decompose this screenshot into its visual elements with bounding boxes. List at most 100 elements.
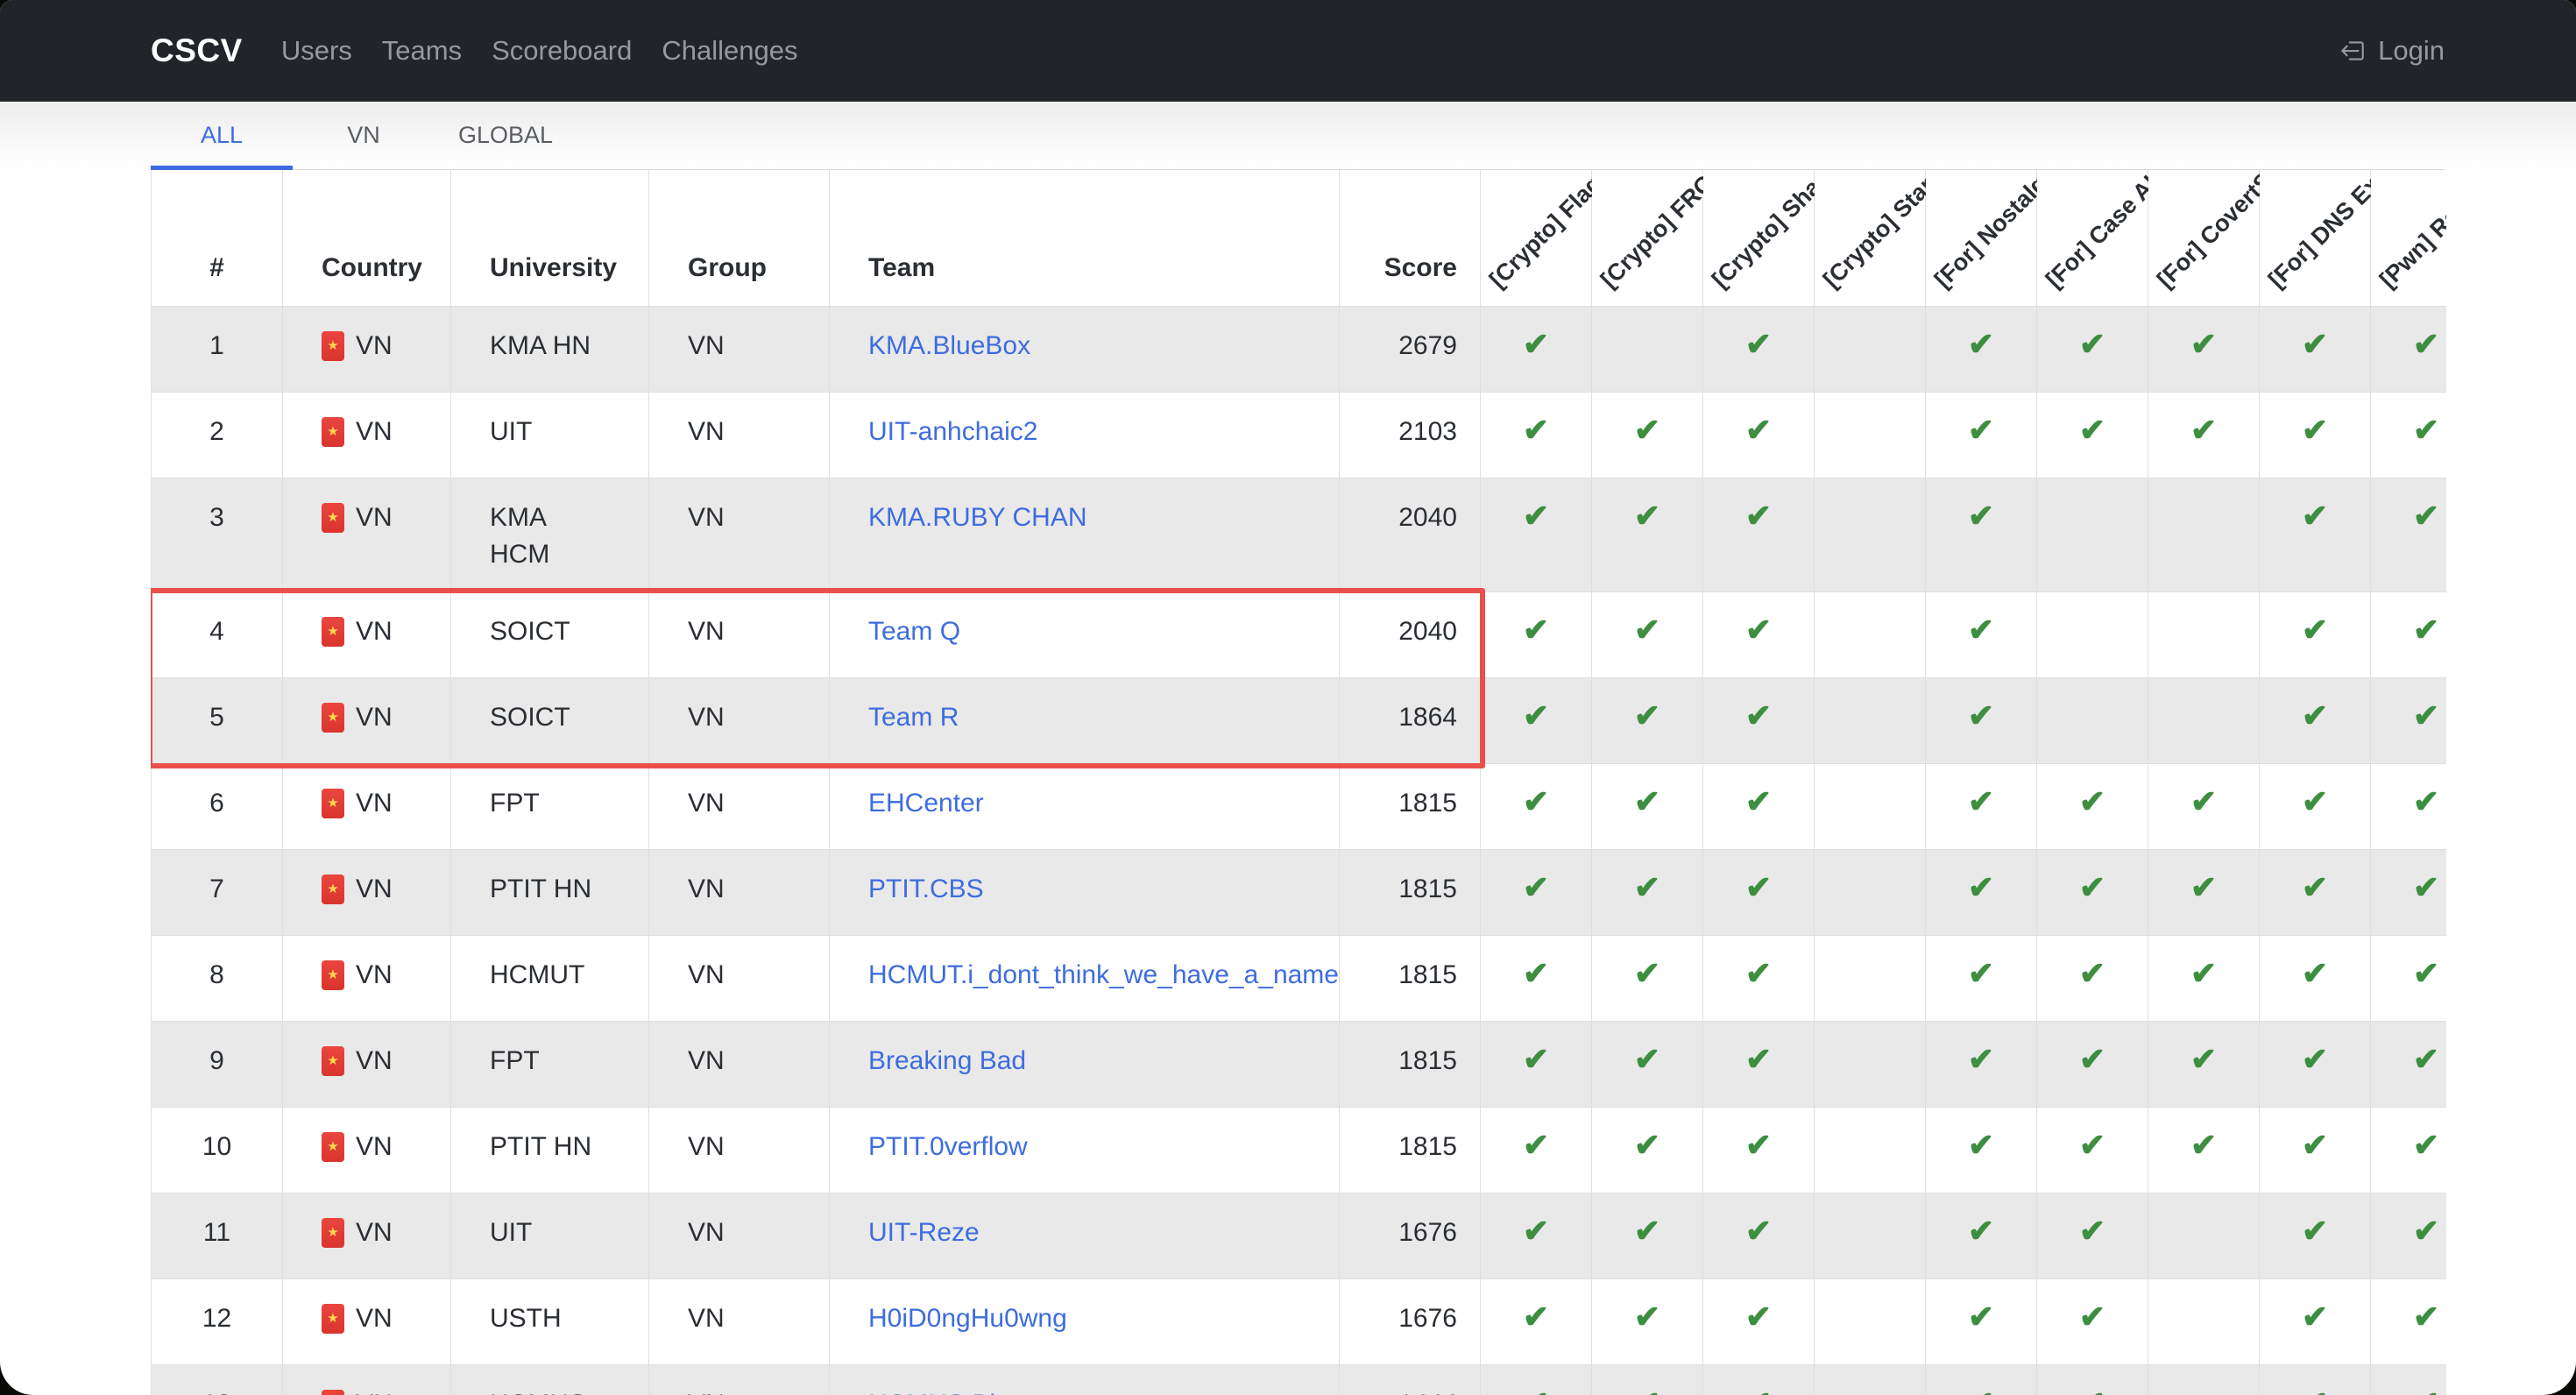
team-link[interactable]: UIT-anhchaic2 [868, 417, 1037, 446]
team-link[interactable]: UIT-Reze [868, 1218, 980, 1247]
solved-check-icon: ✔ [2190, 1041, 2217, 1077]
solve-cell: ✔ [1481, 478, 1592, 591]
rank-cell: 3 [152, 478, 283, 591]
solved-check-icon: ✔ [1968, 1041, 1994, 1077]
solve-cell: ✔ [2260, 1021, 2371, 1107]
team-link[interactable]: PTIT.CBS [868, 875, 984, 903]
team-link[interactable]: Team Q [868, 617, 960, 646]
table-row: 2★VNUITVNUIT-anhchaic22103✔✔✔✔✔✔✔✔ [152, 392, 2447, 478]
solve-cell [2148, 1193, 2260, 1278]
solved-check-icon: ✔ [2079, 1384, 2105, 1395]
tab-global[interactable]: GLOBAL [435, 102, 577, 170]
table-row: 7★VNPTIT HNVNPTIT.CBS1815✔✔✔✔✔✔✔✔ [152, 849, 2447, 935]
score-cell: 1676 [1340, 1278, 1481, 1364]
scoreboard-table: #CountryUniversityGroupTeamScore[Crypto]… [151, 170, 2446, 1395]
solved-check-icon: ✔ [2302, 612, 2328, 648]
team-link[interactable]: H0iD0ngHu0wng [868, 1304, 1067, 1333]
solve-cell: ✔ [2037, 1193, 2148, 1278]
table-row: 9★VNFPTVNBreaking Bad1815✔✔✔✔✔✔✔✔ [152, 1021, 2447, 1107]
solved-check-icon: ✔ [1523, 1127, 1549, 1163]
tab-vn[interactable]: VN [293, 102, 435, 170]
vietnam-flag-icon: ★ [322, 1390, 344, 1395]
solved-check-icon: ✔ [2190, 1127, 2217, 1163]
nav-item-scoreboard[interactable]: Scoreboard [492, 35, 632, 67]
solved-check-icon: ✔ [1523, 783, 1549, 819]
challenge-column-header: [For] CovertS [2148, 170, 2260, 306]
score-cell: 1815 [1340, 763, 1481, 849]
country-code: VN [356, 785, 393, 822]
tab-all[interactable]: ALL [151, 102, 293, 170]
country-code: VN [356, 871, 393, 908]
solve-cell: ✔ [2148, 763, 2260, 849]
login-button[interactable]: Login [2338, 35, 2445, 67]
team-link[interactable]: Team R [868, 703, 959, 732]
solved-check-icon: ✔ [1634, 498, 1660, 534]
solved-check-icon: ✔ [1523, 326, 1549, 362]
vietnam-flag-icon: ★ [322, 1304, 344, 1334]
vietnam-flag-icon: ★ [322, 1132, 344, 1162]
solved-check-icon: ✔ [1745, 698, 1772, 733]
university-cell: USTH [451, 1278, 649, 1364]
nav-item-teams[interactable]: Teams [382, 35, 462, 67]
solved-check-icon: ✔ [2413, 698, 2439, 733]
team-link[interactable]: EHCenter [868, 789, 984, 818]
solve-cell [1815, 677, 1926, 763]
solve-cell: ✔ [1481, 677, 1592, 763]
team-link[interactable]: Breaking Bad [868, 1046, 1026, 1075]
vietnam-flag-icon: ★ [322, 703, 344, 733]
solve-cell: ✔ [1703, 1193, 1815, 1278]
solve-cell: ✔ [2260, 306, 2371, 392]
solve-cell: ✔ [1592, 478, 1703, 591]
table-row: 10★VNPTIT HNVNPTIT.0verflow1815✔✔✔✔✔✔✔✔ [152, 1107, 2447, 1193]
solved-check-icon: ✔ [1968, 1127, 1994, 1163]
country-code: VN [356, 613, 393, 650]
vietnam-flag-icon: ★ [322, 1046, 344, 1076]
group-cell: VN [649, 1107, 830, 1193]
solve-cell: ✔ [1592, 1364, 1703, 1395]
rank-cell: 12 [152, 1278, 283, 1364]
solve-cell [2148, 591, 2260, 677]
solved-check-icon: ✔ [1523, 412, 1549, 448]
team-link[interactable]: PTIT.0verflow [868, 1132, 1028, 1161]
team-link[interactable]: KMA.RUBY CHAN [868, 503, 1087, 532]
solve-cell: ✔ [1703, 849, 1815, 935]
solve-cell: ✔ [2371, 1021, 2447, 1107]
solve-cell [1815, 935, 1926, 1021]
challenge-column-header: [For] DNS Exfil [2260, 170, 2371, 306]
solved-check-icon: ✔ [1523, 1213, 1549, 1249]
challenge-column-header: [For] NostalgiaS [1926, 170, 2037, 306]
solved-check-icon: ✔ [2413, 869, 2439, 905]
solve-cell: ✔ [1703, 392, 1815, 478]
solve-cell: ✔ [2260, 849, 2371, 935]
team-cell: Team R [830, 677, 1340, 763]
solve-cell: ✔ [1703, 478, 1815, 591]
solved-check-icon: ✔ [2413, 326, 2439, 362]
team-link[interactable]: KMA.BlueBox [868, 331, 1030, 360]
solved-check-icon: ✔ [1745, 955, 1772, 991]
column-header-team: Team [830, 170, 1340, 306]
solve-cell: ✔ [1703, 677, 1815, 763]
team-link[interactable]: HCMUS.Bl [868, 1390, 995, 1395]
solve-cell: ✔ [2037, 392, 2148, 478]
navbar: CSCV Users Teams Scoreboard Challenges Logi… [0, 0, 2576, 102]
solve-cell: ✔ [2260, 1107, 2371, 1193]
rank-cell: 8 [152, 935, 283, 1021]
country-code: VN [356, 699, 393, 736]
solved-check-icon: ✔ [1634, 1384, 1660, 1395]
nav-item-users[interactable]: Users [281, 35, 352, 67]
group-cell: VN [649, 935, 830, 1021]
brand-logo[interactable]: CSCV [151, 32, 243, 69]
university-cell: SOICT [451, 677, 649, 763]
nav-item-challenges[interactable]: Challenges [662, 35, 797, 67]
group-cell: VN [649, 1193, 830, 1278]
solve-cell: ✔ [2037, 1107, 2148, 1193]
solved-check-icon: ✔ [1968, 498, 1994, 534]
solve-cell: ✔ [1481, 1278, 1592, 1364]
solve-cell: ✔ [1926, 1021, 2037, 1107]
team-link[interactable]: HCMUT.i_dont_think_we_have_a_name [868, 960, 1339, 989]
solve-cell: ✔ [1481, 935, 1592, 1021]
score-cell: 1815 [1340, 1021, 1481, 1107]
solved-check-icon: ✔ [2302, 698, 2328, 733]
solved-check-icon: ✔ [2413, 612, 2439, 648]
country-cell: ★VN [283, 306, 451, 392]
